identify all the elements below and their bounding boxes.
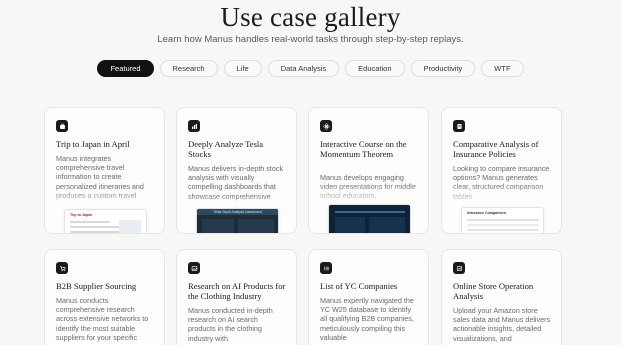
filter-chip-data-analysis[interactable]: Data Analysis (267, 60, 340, 77)
category-filter-bar: Featured Research Life Data Analysis Edu… (0, 60, 621, 77)
suitcase-icon (56, 120, 68, 132)
use-case-card-tesla-stocks[interactable]: Deeply Analyze Tesla Stocks Manus delive… (176, 107, 297, 234)
card-title: Trip to Japan in April (56, 139, 130, 149)
cart-icon (56, 262, 68, 274)
preview-title: Trip to Japan (70, 213, 93, 217)
filter-chip-education[interactable]: Education (345, 60, 405, 77)
store-icon (453, 262, 465, 274)
card-description: Upload your Amazon store sales data and … (453, 306, 551, 343)
filter-chip-featured[interactable]: Featured (97, 60, 154, 77)
card-title: Interactive Course on the Momentum Theor… (320, 139, 407, 159)
card-preview-image: Tesla Stock Analysis Dashboard (196, 208, 279, 233)
preview-title: Tesla Stock Analysis Dashboard (213, 209, 262, 214)
use-case-card-momentum-course[interactable]: Interactive Course on the Momentum Theor… (308, 107, 429, 234)
page-subtitle: Learn how Manus handles real-world tasks… (157, 34, 464, 45)
card-title: Online Store Operation Analysis (453, 281, 534, 301)
use-case-card-online-store-analysis[interactable]: Online Store Operation Analysis Upload y… (441, 249, 562, 345)
filter-chip-life[interactable]: Life (223, 60, 262, 77)
card-title: List of YC Companies (320, 281, 398, 291)
card-preview-image: Trip to Japan (64, 209, 147, 233)
card-title: Comparative Analysis of Insurance Polici… (453, 139, 539, 159)
card-preview-image (328, 204, 411, 233)
card-description: Manus expertly navigated the YC W25 data… (320, 296, 414, 342)
chart-icon (188, 120, 200, 132)
card-description: Manus conducts comprehensive research ac… (56, 296, 149, 342)
preview-title: Insurance Comparison (467, 211, 506, 215)
filter-chip-productivity[interactable]: Productivity (410, 60, 476, 77)
list-icon (320, 262, 332, 274)
use-case-card-b2b-sourcing[interactable]: B2B Supplier Sourcing Manus conducts com… (44, 249, 165, 345)
card-description: Manus conducted in-depth research on AI … (188, 306, 273, 343)
filter-chip-research[interactable]: Research (159, 60, 218, 77)
card-preview-image: Insurance Comparison (461, 207, 544, 233)
use-case-card-yc-companies[interactable]: List of YC Companies Manus expertly navi… (308, 249, 429, 345)
card-title: B2B Supplier Sourcing (56, 281, 137, 291)
use-case-card-ai-clothing-research[interactable]: Research on AI Products for the Clothing… (176, 249, 297, 345)
card-title: Research on AI Products for the Clothing… (188, 281, 286, 301)
image-icon (188, 262, 200, 274)
page-title: Use case gallery (220, 2, 401, 32)
document-icon (453, 120, 465, 132)
atom-icon (320, 120, 332, 132)
use-case-card-insurance-comparison[interactable]: Comparative Analysis of Insurance Polici… (441, 107, 562, 234)
card-title: Deeply Analyze Tesla Stocks (188, 139, 264, 159)
preview-map (119, 220, 141, 233)
use-case-card-japan-trip[interactable]: Trip to Japan in April Manus integrates … (44, 107, 165, 234)
filter-chip-wtf[interactable]: WTF (481, 60, 524, 77)
